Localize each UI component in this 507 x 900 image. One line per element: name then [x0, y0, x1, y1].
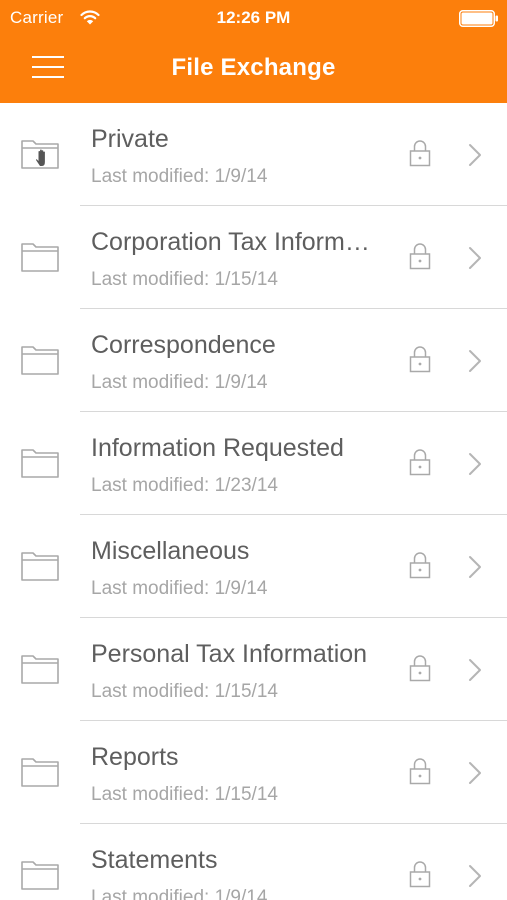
folder-icon [21, 861, 59, 890]
folder-list: Private Last modified: 1/9/14 Corporation … [0, 103, 507, 900]
last-modified-label: Last modified: 1/9/14 [91, 372, 268, 393]
chevron-right-icon[interactable] [467, 349, 483, 373]
lock-icon [409, 449, 431, 476]
folder-row[interactable]: Information Requested Last modified: 1/23… [0, 412, 507, 515]
lock-icon [409, 655, 431, 682]
folder-row[interactable]: Private Last modified: 1/9/14 [0, 103, 507, 206]
folder-name: Correspondence [91, 331, 276, 359]
private-folder-icon [21, 140, 59, 169]
lock-icon [409, 861, 431, 888]
chevron-right-icon[interactable] [467, 761, 483, 785]
folder-icon [21, 449, 59, 478]
folder-icon [21, 655, 59, 684]
chevron-right-icon[interactable] [467, 143, 483, 167]
navigation-bar: File Exchange [0, 36, 507, 103]
app-header: Carrier 12:26 PM File Exchange [0, 0, 507, 103]
folder-name: Corporation Tax Information [91, 228, 383, 256]
chevron-right-icon[interactable] [467, 452, 483, 476]
folder-icon [21, 758, 59, 787]
last-modified-label: Last modified: 1/9/14 [91, 166, 268, 187]
last-modified-label: Last modified: 1/23/14 [91, 475, 278, 496]
folder-name: Statements [91, 846, 218, 874]
folder-name: Personal Tax Information [91, 640, 368, 668]
lock-icon [409, 758, 431, 785]
chevron-right-icon[interactable] [467, 246, 483, 270]
battery-icon [459, 10, 498, 27]
last-modified-label: Last modified: 1/15/14 [91, 681, 278, 702]
last-modified-label: Last modified: 1/9/14 [91, 887, 268, 900]
last-modified-label: Last modified: 1/15/14 [91, 269, 278, 290]
lock-icon [409, 243, 431, 270]
chevron-right-icon[interactable] [467, 658, 483, 682]
status-bar: Carrier 12:26 PM [0, 0, 507, 36]
page-title: File Exchange [171, 54, 336, 81]
folder-row[interactable]: Reports Last modified: 1/15/14 [0, 721, 507, 824]
folder-name: Reports [91, 743, 179, 771]
status-time: 12:26 PM [216, 8, 291, 27]
folder-name: Miscellaneous [91, 537, 250, 565]
chevron-right-icon[interactable] [467, 555, 483, 579]
folder-row[interactable]: Personal Tax Information Last modified: 1… [0, 618, 507, 721]
lock-icon [409, 140, 431, 167]
folder-icon [21, 346, 59, 375]
last-modified-label: Last modified: 1/15/14 [91, 784, 278, 805]
folder-row[interactable]: Correspondence Last modified: 1/9/14 [0, 309, 507, 412]
folder-icon [21, 243, 59, 272]
lock-icon [409, 346, 431, 373]
folder-row[interactable]: Corporation Tax Information Last modified… [0, 206, 507, 309]
chevron-right-icon[interactable] [467, 864, 483, 888]
folder-name: Private [91, 125, 169, 153]
folder-name: Information Requested [91, 434, 344, 462]
folder-row[interactable]: Statements Last modified: 1/9/14 [0, 824, 507, 900]
folder-icon [21, 552, 59, 581]
folder-row[interactable]: Miscellaneous Last modified: 1/9/14 [0, 515, 507, 618]
lock-icon [409, 552, 431, 579]
last-modified-label: Last modified: 1/9/14 [91, 578, 268, 599]
